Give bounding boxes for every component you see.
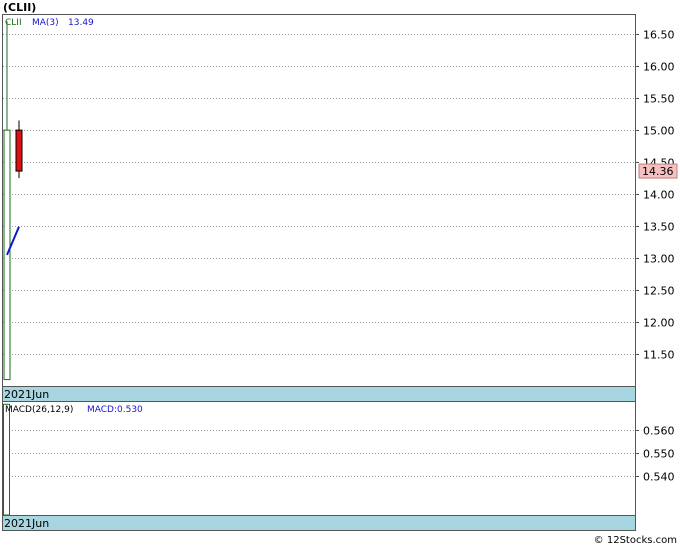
price-tick-label: 11.50	[643, 349, 675, 362]
ma-legend-label: MA(3)	[32, 18, 59, 28]
price-date-band	[2, 386, 636, 402]
macd-panel	[2, 401, 636, 531]
macd-tick-label: 0.560	[643, 425, 675, 438]
symbol-legend: CLII	[5, 18, 22, 28]
price-axis: 16.5016.0015.5015.0014.5014.0013.5013.00…	[635, 29, 675, 362]
price-tick-label: 16.50	[643, 29, 675, 42]
price-tick-label: 15.50	[643, 93, 675, 106]
macd-axis: 0.560 0.550 0.540	[635, 425, 675, 484]
macd-bar	[3, 403, 10, 516]
price-tick-label: 13.00	[643, 253, 675, 266]
macd-date-band	[2, 515, 636, 531]
price-tick-label: 13.50	[643, 221, 675, 234]
ma-legend-value: 13.49	[68, 18, 94, 28]
chart-canvas: (CLII) 16.5016.0015.5015.0014.5014.0013.…	[2, 1, 678, 546]
price-date-label: 2021Jun	[4, 388, 49, 401]
price-tick-label: 12.00	[643, 317, 675, 330]
macd-date-label: 2021Jun	[4, 517, 49, 530]
price-tick-label: 15.00	[643, 125, 675, 138]
chart-title: (CLII)	[3, 1, 36, 14]
macd-bars	[3, 403, 10, 516]
last-price-label: 14.36	[642, 165, 674, 178]
macd-tick-label: 0.540	[643, 471, 675, 484]
macd-title: MACD(26,12,9)	[5, 405, 73, 415]
price-tick-label: 16.00	[643, 61, 675, 74]
macd-tick-label: 0.550	[643, 448, 675, 461]
price-panel	[2, 14, 636, 402]
macd-value-label: MACD:0.530	[87, 405, 143, 415]
candle-body	[15, 129, 23, 172]
watermark: © 12Stocks.com	[594, 535, 677, 546]
price-tick-label: 14.00	[643, 189, 675, 202]
price-tick-label: 12.50	[643, 285, 675, 298]
